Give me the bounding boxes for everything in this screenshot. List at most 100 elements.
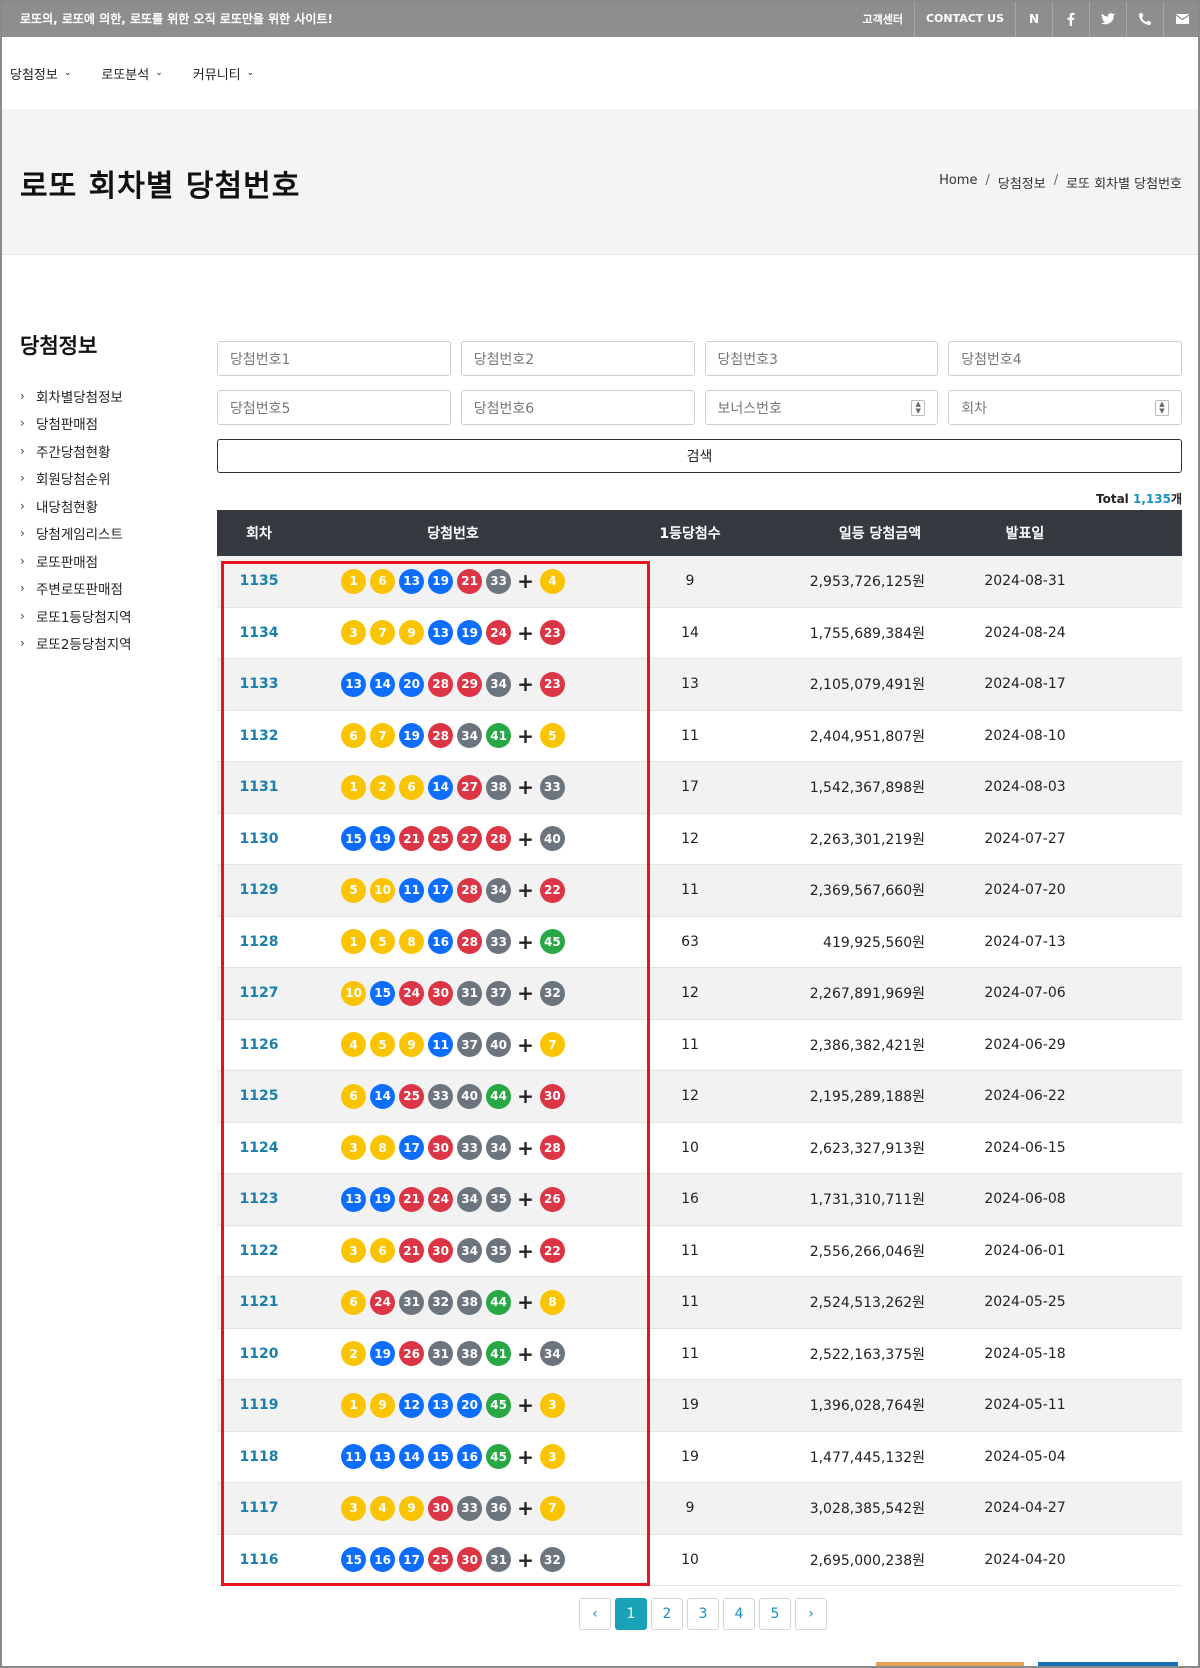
number-ball: 1 [341, 774, 367, 800]
prev-page-button[interactable]: ‹ [579, 1598, 611, 1630]
customer-center-link[interactable]: 고객센터 [851, 0, 913, 37]
sidebar-item-label: 당첨게임리스트 [36, 527, 123, 544]
sidebar-item[interactable]: › 당첨게임리스트 [20, 520, 200, 548]
number-ball: 28 [457, 877, 483, 903]
round-link[interactable]: 1133 [217, 676, 301, 692]
round-link[interactable]: 1132 [217, 728, 301, 744]
sidebar-item[interactable]: › 로또판매점 [20, 547, 200, 575]
winner-count: 9 [685, 573, 695, 590]
plus-icon: + [517, 723, 534, 748]
header-date: 발표일 [1005, 526, 1045, 542]
plus-icon: + [517, 1084, 534, 1109]
round-link[interactable]: 1135 [217, 573, 301, 589]
site-tagline: 로또의, 로또에 의한, 로또를 위한 오직 로또만을 위한 사이트! [20, 12, 333, 26]
bonus-ball: 3 [539, 1392, 565, 1418]
next-page-button[interactable]: › [795, 1598, 827, 1630]
number-ball: 26 [399, 1341, 425, 1367]
page-button-1[interactable]: 1 [615, 1598, 647, 1630]
sidebar-item[interactable]: › 주변로또판매점 [20, 575, 200, 603]
chevron-right-icon: › [20, 636, 25, 651]
number-ball: 24 [428, 1186, 454, 1212]
round-link[interactable]: 1122 [217, 1243, 301, 1259]
number-ball: 28 [428, 671, 454, 697]
spinner-icon[interactable]: ▲ ▼ [911, 399, 926, 416]
nav-item-community[interactable]: 커뮤니티 ⌄ [193, 64, 254, 83]
nav-item-lotto-analysis[interactable]: 로또분석 ⌄ [101, 64, 162, 83]
prize-amount: 3,028,385,542원 [809, 1501, 925, 1518]
round-link[interactable]: 1117 [217, 1500, 301, 1516]
number5-input[interactable]: 당첨번호5 [217, 390, 451, 425]
page-button-4[interactable]: 4 [723, 1598, 755, 1630]
round-link[interactable]: 1130 [217, 831, 301, 847]
page-button-3[interactable]: 3 [687, 1598, 719, 1630]
sidebar-item-label: 주간당첨현황 [36, 444, 111, 461]
winner-count: 13 [681, 676, 699, 693]
search-button[interactable]: 검색 [217, 439, 1182, 473]
round-link[interactable]: 1119 [217, 1397, 301, 1413]
round-link[interactable]: 1120 [217, 1346, 301, 1362]
naver-icon[interactable]: N [1015, 0, 1052, 37]
twitter-icon[interactable] [1089, 0, 1126, 37]
number-ball: 25 [428, 826, 454, 852]
round-link[interactable]: 1118 [217, 1449, 301, 1465]
number-ball: 7 [370, 723, 396, 749]
sidebar-item[interactable]: › 회원당첨순위 [20, 465, 200, 493]
round-input[interactable]: 회차 ▲ ▼ [948, 390, 1182, 425]
bonus-number-input[interactable]: 보너스번호 ▲ ▼ [704, 390, 939, 425]
number-ball: 30 [428, 1238, 454, 1264]
number-ball: 5 [341, 877, 367, 903]
round-link[interactable]: 1123 [217, 1191, 301, 1207]
number2-input[interactable]: 당첨번호2 [460, 341, 695, 376]
breadcrumb-winning-info[interactable]: 당첨정보 [998, 173, 1046, 192]
number1-input[interactable]: 당첨번호1 [217, 341, 451, 376]
winning-numbers: 2 19 26 31 38 41 +34 [301, 1341, 605, 1367]
facebook-icon[interactable] [1052, 0, 1089, 37]
round-link[interactable]: 1128 [217, 934, 301, 950]
table-row: 1119 1 9 12 13 20 45 +3 19 1,396,028,764원 2024-05-… [217, 1380, 1182, 1432]
table-row: 1132 6 7 19 28 34 41 +5 11 2,404,951,807원 2024-08-… [217, 711, 1182, 762]
sidebar-item[interactable]: › 내당첨현황 [20, 492, 200, 520]
round-link[interactable]: 1127 [217, 985, 301, 1001]
contact-us-link[interactable]: CONTACT US [913, 0, 1015, 37]
number-ball: 27 [457, 826, 483, 852]
page-button-5[interactable]: 5 [759, 1598, 791, 1630]
round-link[interactable]: 1126 [217, 1037, 301, 1053]
number6-input[interactable]: 당첨번호6 [460, 390, 695, 425]
sidebar-item-label: 당첨판매점 [36, 417, 99, 434]
round-link[interactable]: 1124 [217, 1140, 301, 1156]
winner-count: 14 [681, 624, 699, 641]
mail-icon[interactable] [1163, 0, 1200, 37]
sidebar-item[interactable]: › 당첨판매점 [20, 410, 200, 438]
number-ball: 6 [341, 1289, 367, 1315]
plus-icon: + [517, 1187, 534, 1212]
page-button-2[interactable]: 2 [651, 1598, 683, 1630]
prize-amount: 419,925,560원 [823, 934, 925, 951]
nav-item-winning-info[interactable]: 당첨정보 ⌄ [10, 64, 71, 83]
table-row: 1131 1 2 6 14 27 38 +33 17 1,542,367,898원 2024-08-… [217, 762, 1182, 814]
round-link[interactable]: 1125 [217, 1088, 301, 1104]
number3-input[interactable]: 당첨번호3 [704, 341, 939, 376]
table-row: 1135 1 6 13 19 21 33 +4 9 2,953,726,125원 2024-08-3… [217, 556, 1182, 608]
number-ball: 11 [428, 1032, 454, 1058]
draw-date: 2024-08-31 [984, 573, 1066, 590]
prize-amount: 1,396,028,764원 [809, 1398, 925, 1415]
sidebar-item[interactable]: › 회차별당첨정보 [20, 382, 200, 410]
winning-numbers: 13 14 20 28 29 34 +23 [301, 671, 605, 697]
number-ball: 24 [486, 620, 512, 646]
round-link[interactable]: 1121 [217, 1294, 301, 1310]
round-link[interactable]: 1134 [217, 625, 301, 641]
round-link[interactable]: 1129 [217, 882, 301, 898]
table-row: 1117 3 4 9 30 33 36 +7 9 3,028,385,542원 2024-04-27 [217, 1483, 1182, 1535]
number-ball: 16 [370, 1547, 396, 1573]
spinner-icon[interactable]: ▲ ▼ [1155, 399, 1169, 416]
chevron-right-icon: › [20, 553, 25, 568]
phone-icon[interactable] [1126, 0, 1163, 37]
round-link[interactable]: 1116 [217, 1552, 301, 1568]
sidebar-item[interactable]: › 주간당첨현황 [20, 437, 200, 465]
breadcrumb-home[interactable]: Home [939, 173, 977, 192]
table-row: 1129 5 10 11 17 28 34 +22 11 2,369,567,660원 2024-0… [217, 865, 1182, 917]
number4-input[interactable]: 당첨번호4 [948, 341, 1182, 376]
sidebar-item[interactable]: › 로또1등당첨지역 [20, 602, 200, 630]
round-link[interactable]: 1131 [217, 779, 301, 795]
sidebar-item[interactable]: › 로또2등당첨지역 [20, 630, 200, 658]
